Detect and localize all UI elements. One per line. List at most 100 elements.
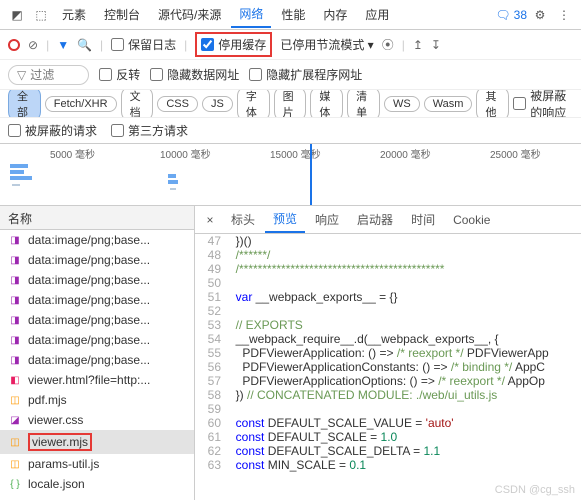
network-toolbar: ⊘ | ▼ 🔍 | 保留日志 | 停用缓存 已停用节流模式 ▾ ⦿ | ↥ ↧ — [0, 30, 581, 60]
type-js[interactable]: JS — [202, 96, 233, 112]
request-row[interactable]: ◪viewer.css — [0, 410, 194, 430]
tab-sources[interactable]: 源代码/来源 — [150, 2, 229, 27]
search-icon[interactable]: 🔍 — [77, 38, 92, 52]
more-icon[interactable]: ⋮ — [553, 4, 575, 26]
request-row[interactable]: ◨data:image/png;base... — [0, 230, 194, 250]
code-line: 57 PDFViewerApplicationOptions: () => /*… — [195, 374, 581, 388]
tab-console[interactable]: 控制台 — [96, 2, 148, 27]
file-name: data:image/png;base... — [28, 353, 150, 367]
type-img[interactable]: 图片 — [274, 90, 307, 118]
device-icon[interactable]: ⬚ — [30, 4, 52, 26]
tab-preview[interactable]: 预览 — [265, 206, 305, 233]
tab-timing[interactable]: 时间 — [403, 207, 443, 232]
request-list-pane: 名称 ◨data:image/png;base...◨data:image/pn… — [0, 206, 195, 500]
file-type-icon: ◫ — [8, 393, 22, 407]
record-icon[interactable] — [8, 39, 20, 51]
type-other[interactable]: 其他 — [476, 90, 509, 118]
close-icon[interactable]: × — [199, 213, 221, 227]
tick: 25000 毫秒 — [490, 146, 541, 161]
throttle-select[interactable]: 已停用节流模式 ▾ — [280, 36, 373, 53]
name-column-header[interactable]: 名称 — [0, 206, 194, 230]
tick: 20000 毫秒 — [380, 146, 431, 161]
tick: 15000 毫秒 — [270, 146, 321, 161]
filter-row: ▽ 反转 隐藏数据网址 隐藏扩展程序网址 — [0, 60, 581, 90]
code-line: 62 const DEFAULT_SCALE_DELTA = 1.1 — [195, 444, 581, 458]
request-row[interactable]: ◫viewer.mjs — [0, 430, 194, 454]
detail-tabs: × 标头 预览 响应 启动器 时间 Cookie — [195, 206, 581, 234]
tab-initiator[interactable]: 启动器 — [349, 207, 401, 232]
request-row[interactable]: ◨ data:image/png;base... — [0, 350, 194, 370]
request-row[interactable]: { }locale.json — [0, 474, 194, 494]
type-all[interactable]: 全部 — [8, 90, 41, 118]
filter-input[interactable] — [30, 68, 80, 82]
file-type-icon: ◨ — [8, 353, 22, 367]
file-type-icon: ◪ — [8, 413, 22, 427]
tab-response[interactable]: 响应 — [307, 207, 347, 232]
timeline-bar — [168, 180, 178, 184]
clear-icon[interactable]: ⊘ — [28, 38, 38, 52]
settings-icon[interactable]: ⚙ — [529, 4, 551, 26]
type-media[interactable]: 媒体 — [310, 90, 343, 118]
type-ws[interactable]: WS — [384, 96, 420, 112]
code-preview[interactable]: 47 })()48 /******/49 /******************… — [195, 234, 581, 500]
preserve-log-checkbox[interactable]: 保留日志 — [111, 36, 176, 53]
file-name: viewer.mjs — [28, 433, 92, 451]
file-type-icon: ◨ — [8, 313, 22, 327]
type-font[interactable]: 字体 — [237, 90, 270, 118]
tab-memory[interactable]: 内存 — [315, 2, 355, 27]
tab-cookies[interactable]: Cookie — [445, 209, 498, 231]
third-party-checkbox[interactable]: 第三方请求 — [111, 122, 188, 139]
invert-checkbox[interactable]: 反转 — [99, 66, 140, 83]
download-icon[interactable]: ↧ — [431, 38, 441, 52]
request-row[interactable]: ◨data:image/png;base... — [0, 310, 194, 330]
tab-headers[interactable]: 标头 — [223, 207, 263, 232]
timeline-overview[interactable]: 5000 毫秒 10000 毫秒 15000 毫秒 20000 毫秒 25000… — [0, 144, 581, 206]
timeline-cursor — [310, 144, 312, 205]
file-type-icon: ◨ — [8, 253, 22, 267]
code-line: 60 const DEFAULT_SCALE_VALUE = 'auto' — [195, 416, 581, 430]
timeline-bar — [10, 170, 24, 174]
file-name: data:image/png;base... — [28, 273, 150, 287]
wifi-icon[interactable]: ⦿ — [382, 36, 394, 53]
disable-cache-highlight: 停用缓存 — [195, 32, 272, 57]
tab-performance[interactable]: 性能 — [273, 2, 313, 27]
disable-cache-checkbox[interactable]: 停用缓存 — [201, 36, 266, 53]
request-row[interactable]: ◨data:image/png;base... — [0, 250, 194, 270]
request-row[interactable]: ◧ viewer.html?file=http:... — [0, 370, 194, 390]
inspect-icon[interactable]: ◩ — [6, 4, 28, 26]
file-name: data:image/png;base... — [28, 233, 150, 247]
tab-application[interactable]: 应用 — [357, 2, 397, 27]
code-line: 50 — [195, 276, 581, 290]
code-line: 48 /******/ — [195, 248, 581, 262]
type-doc[interactable]: 文档 — [121, 90, 154, 118]
filter-icon[interactable]: ▼ — [57, 38, 69, 52]
type-manifest[interactable]: 清单 — [347, 90, 380, 118]
request-row[interactable]: ◨data:image/png;base... — [0, 270, 194, 290]
funnel-icon: ▽ — [17, 68, 26, 82]
type-wasm[interactable]: Wasm — [424, 96, 473, 112]
hide-data-urls-checkbox[interactable]: 隐藏数据网址 — [150, 66, 239, 83]
request-row[interactable]: ◨data:image/png;base... — [0, 330, 194, 350]
hide-ext-urls-checkbox[interactable]: 隐藏扩展程序网址 — [249, 66, 362, 83]
file-type-icon: ◧ — [8, 373, 22, 387]
blocked-req-checkbox[interactable]: 被屏蔽的请求 — [8, 122, 97, 139]
request-list[interactable]: ◨ data:image/png;base... ◨ data:image/png;b… — [0, 230, 194, 500]
file-type-icon: ◨ — [8, 293, 22, 307]
code-line: 49 /************************************… — [195, 262, 581, 276]
file-name: viewer.html?file=http:... — [28, 373, 150, 387]
msg-count: 38 — [514, 8, 527, 22]
request-row[interactable]: ◨ data:image/png;base... — [0, 290, 194, 310]
file-name: data:image/png;base... — [28, 293, 150, 307]
tab-network[interactable]: 网络 — [231, 1, 271, 28]
tab-elements[interactable]: 元素 — [54, 2, 94, 27]
blocked-resp-checkbox[interactable]: 被屏蔽的响应 — [513, 90, 573, 118]
upload-icon[interactable]: ↥ — [413, 38, 423, 52]
messages-badge[interactable]: 🗨 38 — [495, 8, 527, 22]
timeline-bar — [10, 176, 32, 180]
request-row[interactable]: ◫pdf.mjs — [0, 390, 194, 410]
type-css[interactable]: CSS — [157, 96, 198, 112]
filter-input-wrap: ▽ — [8, 65, 89, 85]
code-line: 55 PDFViewerApplication: () => /* reexpo… — [195, 346, 581, 360]
type-fetch[interactable]: Fetch/XHR — [45, 96, 117, 112]
request-row[interactable]: ◫params-util.js — [0, 454, 194, 474]
